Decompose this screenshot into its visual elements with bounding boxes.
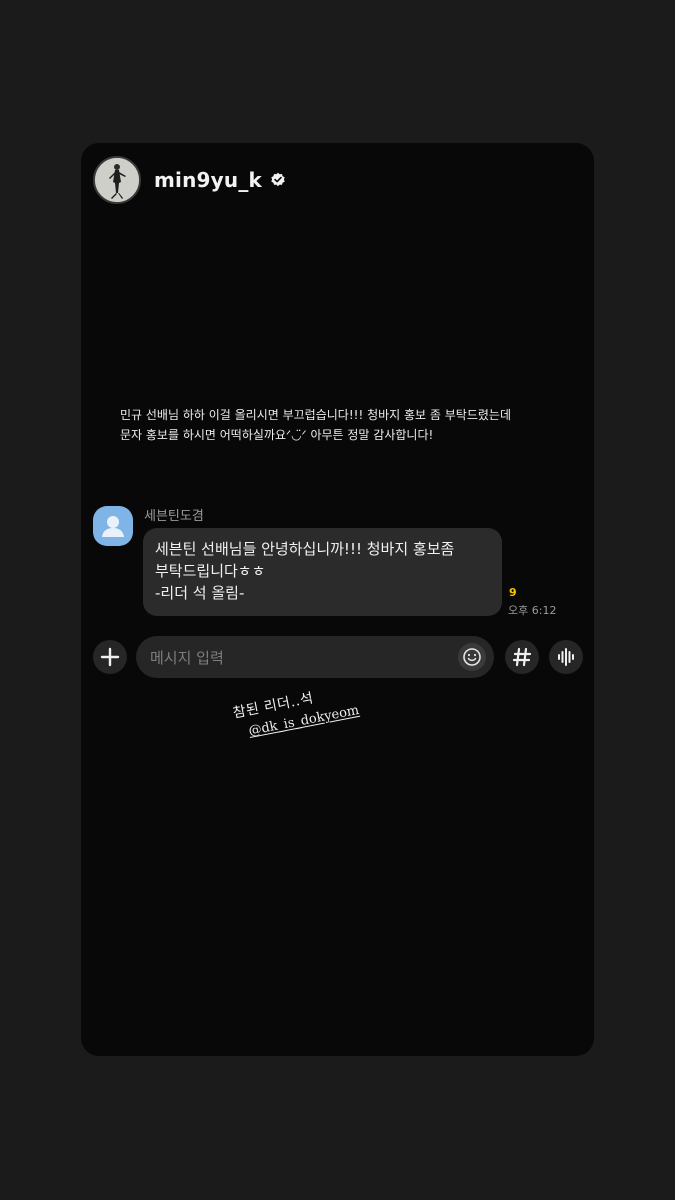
verified-badge-icon xyxy=(271,172,285,187)
sender-name: 세븐틴도겸 xyxy=(144,509,204,524)
sender-avatar[interactable] xyxy=(93,506,133,546)
message-input[interactable]: 메시지 입력 xyxy=(136,636,494,678)
default-profile-icon xyxy=(102,516,124,537)
voice-wave-icon xyxy=(558,648,574,666)
message-line: 부탁드립니다ㅎㅎ xyxy=(155,562,266,580)
message-line: 세븐틴 선배님들 안녕하십니까!!! 청바지 홍보좀 xyxy=(155,540,455,558)
emoji-button[interactable] xyxy=(458,643,486,671)
story-card: min9yu_k 민규 선배님 하하 이걸 올리시면 부끄럽습니다!!! 청바지… xyxy=(81,143,594,1056)
voice-message-button[interactable] xyxy=(549,640,583,674)
message-input-placeholder: 메시지 입력 xyxy=(150,649,224,667)
story-header: min9yu_k xyxy=(93,155,286,205)
story-caption: 민규 선배님 하하 이걸 올리시면 부끄럽습니다!!! 청바지 홍보 좀 부탁드… xyxy=(120,408,512,442)
plus-icon xyxy=(100,647,120,667)
emoji-icon xyxy=(463,648,481,666)
username-block: min9yu_k xyxy=(154,168,286,192)
message-time: 오후 6:12 xyxy=(508,604,557,617)
message-input-bar: 메시지 입력 xyxy=(81,636,594,678)
message-bubble[interactable]: 세븐틴 선배님들 안녕하십니까!!! 청바지 홍보좀 부탁드립니다ㅎㅎ -리더 … xyxy=(143,528,502,616)
unread-count: 9 xyxy=(509,586,517,599)
story-username[interactable]: min9yu_k xyxy=(154,168,262,192)
hashtag-button[interactable] xyxy=(505,640,539,674)
avatar-photo-icon xyxy=(95,158,139,202)
hashtag-icon xyxy=(512,647,532,667)
profile-avatar[interactable] xyxy=(93,156,141,204)
handwritten-annotation: 참된 리더..석 @dk_is_dokyeom xyxy=(231,679,361,741)
add-attachment-button[interactable] xyxy=(93,640,127,674)
message-line: -리더 석 올림- xyxy=(155,584,245,602)
